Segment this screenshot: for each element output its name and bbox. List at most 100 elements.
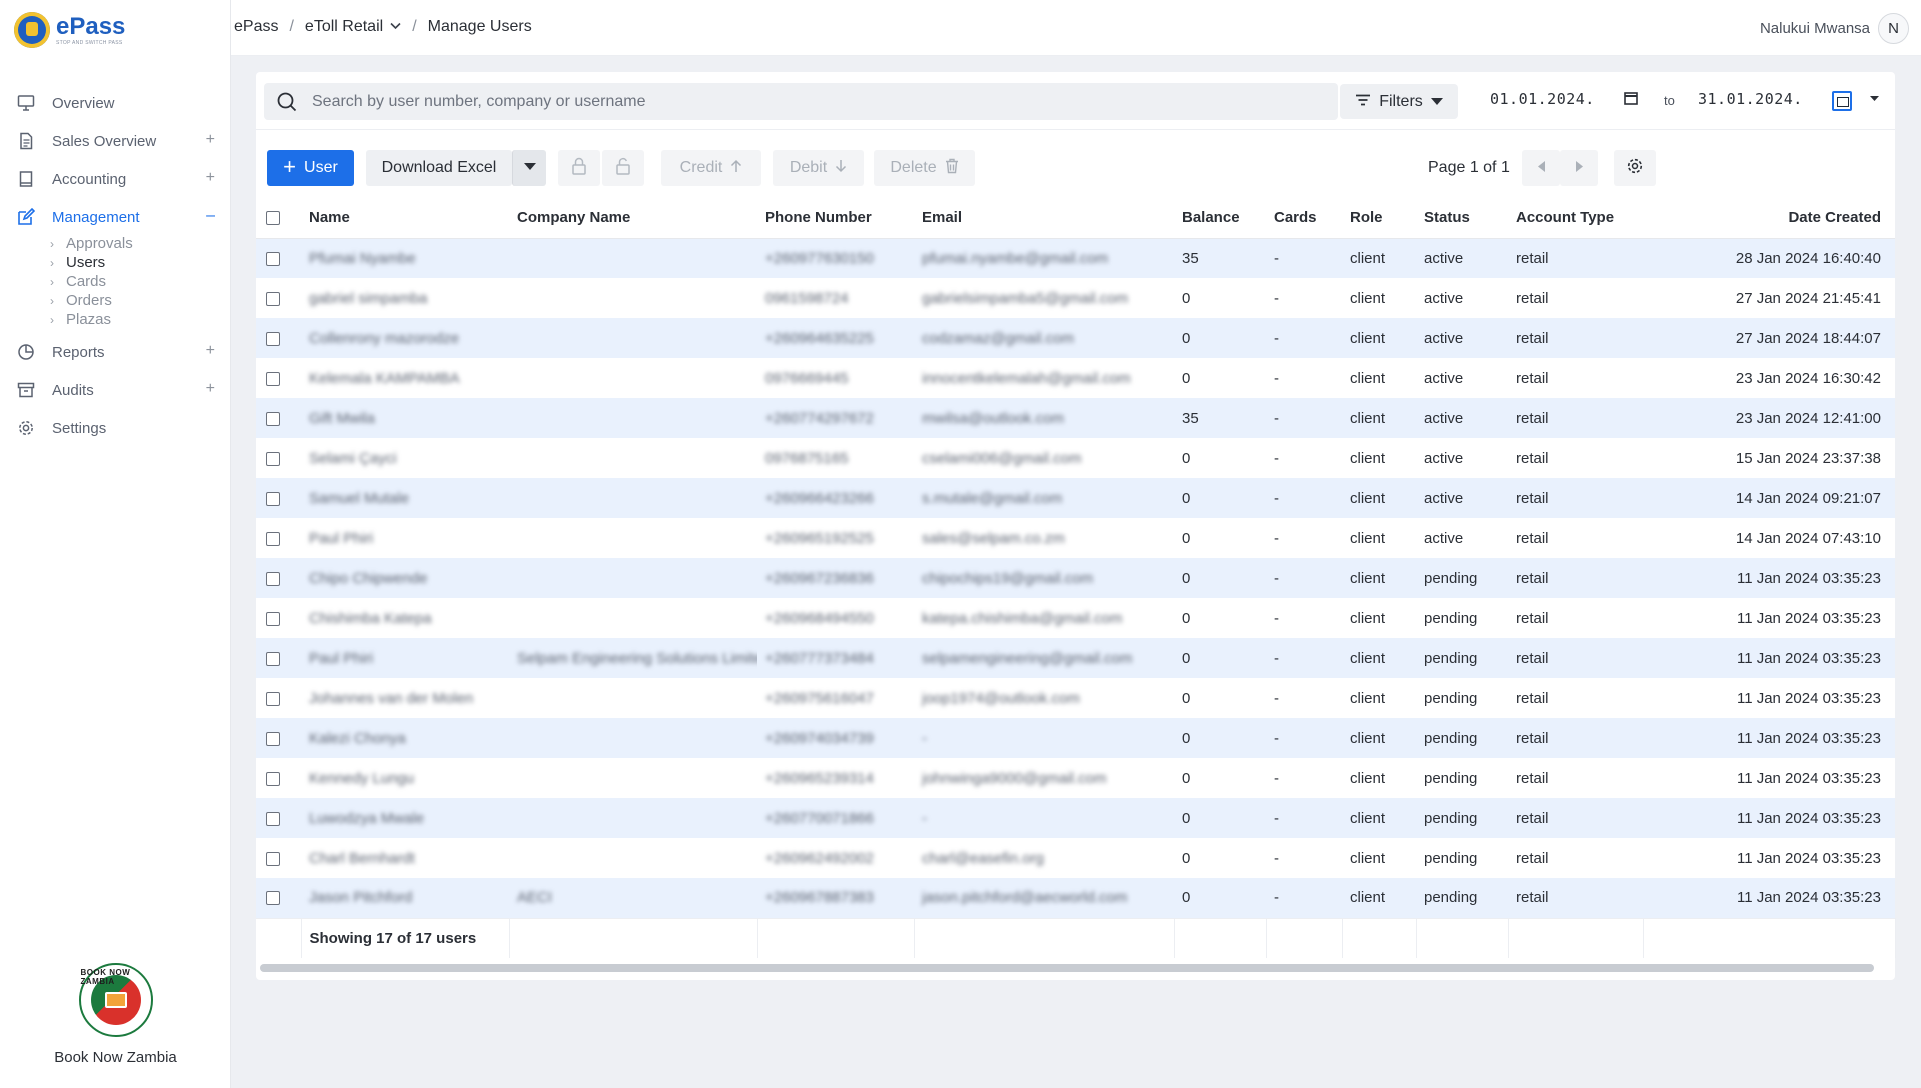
- sidebar-item-settings[interactable]: Settings: [0, 409, 231, 447]
- row-checkbox[interactable]: [266, 571, 280, 586]
- column-header-balance[interactable]: Balance: [1174, 198, 1266, 239]
- table-row[interactable]: Kalezi Chonya +260974034739 - 0 - client pendi…: [256, 718, 1895, 758]
- row-checkbox[interactable]: [266, 491, 280, 506]
- sidebar-item-audits[interactable]: Audits +: [0, 371, 231, 409]
- table-row[interactable]: Paul Phiri Selpam Engineering Solutions L…: [256, 638, 1895, 678]
- column-header-account-type[interactable]: Account Type: [1508, 198, 1643, 239]
- user-menu[interactable]: Nalukui Mwansa N: [1760, 13, 1909, 44]
- chevron-down-icon[interactable]: [390, 21, 401, 33]
- row-checkbox[interactable]: [266, 731, 280, 746]
- row-checkbox[interactable]: [266, 691, 280, 706]
- table-row[interactable]: Kelemala KAMPAMBA 0976669445 innocentkelem…: [256, 358, 1895, 398]
- column-header-email[interactable]: Email: [914, 198, 1174, 239]
- row-checkbox[interactable]: [266, 771, 280, 786]
- breadcrumb-separator: /: [412, 18, 417, 35]
- sidebar-item-management[interactable]: Management –: [0, 198, 231, 236]
- expand-icon[interactable]: +: [206, 342, 215, 360]
- row-checkbox[interactable]: [266, 811, 280, 826]
- submenu-item-users[interactable]: › Users: [50, 253, 231, 272]
- lock-button[interactable]: [558, 150, 600, 186]
- column-header-name[interactable]: Name: [301, 198, 509, 239]
- row-checkbox[interactable]: [266, 291, 280, 306]
- next-page-button[interactable]: [1560, 150, 1598, 186]
- submenu-item-cards[interactable]: › Cards: [50, 272, 231, 291]
- column-header-date-created[interactable]: Date Created: [1643, 198, 1895, 239]
- unlock-button[interactable]: [602, 150, 644, 186]
- horizontal-scrollbar[interactable]: [260, 964, 1874, 972]
- avatar[interactable]: N: [1878, 13, 1909, 44]
- status-cell: active: [1416, 358, 1508, 398]
- date-to-field[interactable]: 31.01.2024.: [1698, 90, 1803, 108]
- expand-icon[interactable]: +: [206, 380, 215, 398]
- table-row[interactable]: gabriel simpamba 0961598724 gabrielsimpamb…: [256, 278, 1895, 318]
- phone-number-cell-text: +260977630150: [765, 249, 874, 267]
- row-checkbox[interactable]: [266, 251, 280, 266]
- add-user-button[interactable]: + User: [267, 150, 354, 186]
- row-checkbox[interactable]: [266, 891, 280, 906]
- table-row[interactable]: Charl Bernhardt +260962492002 charl@easefi…: [256, 838, 1895, 878]
- column-header-cards[interactable]: Cards: [1266, 198, 1342, 239]
- sidebar-item-accounting[interactable]: Accounting +: [0, 160, 231, 198]
- company-name-cell: [509, 398, 757, 438]
- row-checkbox[interactable]: [266, 371, 280, 386]
- table-row[interactable]: Gift Mwila +260774297672 mwilsa@outlook.co…: [256, 398, 1895, 438]
- download-excel-button[interactable]: Download Excel: [366, 150, 512, 186]
- sidebar-item-overview[interactable]: Overview: [0, 84, 231, 122]
- user-name-cell-text: Samuel Mutale: [309, 489, 410, 507]
- credit-button[interactable]: Credit: [661, 150, 761, 186]
- sidebar-item-sales-overview[interactable]: Sales Overview +: [0, 122, 231, 160]
- column-header-role[interactable]: Role: [1342, 198, 1416, 239]
- status-cell: pending: [1416, 838, 1508, 878]
- table-settings-button[interactable]: [1614, 150, 1656, 186]
- breadcrumb-root[interactable]: ePass: [234, 18, 278, 36]
- table-row[interactable]: Luwodzya Mwale +260770071866 - 0 - client pend…: [256, 798, 1895, 838]
- role-cell-text: client: [1350, 729, 1386, 747]
- user-name-cell-text: Luwodzya Mwale: [309, 809, 425, 827]
- table-row[interactable]: Johannes van der Molen +260975616047 joop1…: [256, 678, 1895, 718]
- select-all-checkbox[interactable]: [266, 211, 280, 226]
- table-row[interactable]: Kennedy Lungu +260965239314 johnwinga9000@…: [256, 758, 1895, 798]
- table-row[interactable]: Chishimba Katepa +260968494550 katepa.chis…: [256, 598, 1895, 638]
- collapse-icon[interactable]: –: [206, 207, 215, 225]
- caret-down-icon[interactable]: [1870, 94, 1879, 104]
- row-checkbox[interactable]: [266, 611, 280, 626]
- breadcrumb-section[interactable]: eToll Retail: [305, 18, 383, 36]
- column-header-phone[interactable]: Phone Number: [757, 198, 914, 239]
- prev-page-button[interactable]: [1522, 150, 1560, 186]
- row-checkbox[interactable]: [266, 411, 280, 426]
- row-checkbox[interactable]: [266, 531, 280, 546]
- expand-icon[interactable]: +: [206, 131, 215, 149]
- submenu-item-approvals[interactable]: › Approvals: [50, 234, 231, 253]
- table-row[interactable]: Paul Phiri +260965192525 sales@selpam.co.z…: [256, 518, 1895, 558]
- table-row[interactable]: Selami Çayci 0976875165 cselami006@gmail.c…: [256, 438, 1895, 478]
- submenu-item-plazas[interactable]: › Plazas: [50, 310, 231, 329]
- filters-button[interactable]: Filters: [1340, 84, 1458, 119]
- submenu-item-orders[interactable]: › Orders: [50, 291, 231, 310]
- balance-cell-text: 0: [1182, 689, 1191, 707]
- column-header-status[interactable]: Status: [1416, 198, 1508, 239]
- column-header-company[interactable]: Company Name: [509, 198, 757, 239]
- calendar-icon[interactable]: [1832, 91, 1852, 111]
- email-cell: gabrielsimpamba5@gmail.com: [914, 278, 1174, 318]
- expand-icon[interactable]: +: [206, 169, 215, 187]
- date-from-field[interactable]: 01.01.2024.: [1490, 90, 1595, 108]
- epass-logo[interactable]: ePass STOP AND SWITCH PASS: [14, 12, 125, 48]
- table-row[interactable]: Jason Pitchford AECI +260967887383 jason.pi…: [256, 878, 1895, 918]
- table-row[interactable]: Samuel Mutale +260966423266 s.mutale@gmail…: [256, 478, 1895, 518]
- row-checkbox[interactable]: [266, 451, 280, 466]
- calendar-icon[interactable]: [1624, 91, 1638, 105]
- row-checkbox[interactable]: [266, 331, 280, 346]
- sidebar-item-reports[interactable]: Reports +: [0, 333, 231, 371]
- table-row[interactable]: Chipo Chipwende +260967236836 chipochips19…: [256, 558, 1895, 598]
- row-checkbox[interactable]: [266, 851, 280, 866]
- balance-cell-text: 0: [1182, 649, 1191, 667]
- table-row[interactable]: Collenrony mazorodze +260964635225 codzama…: [256, 318, 1895, 358]
- delete-button[interactable]: Delete: [874, 150, 975, 186]
- gear-icon: [16, 418, 36, 438]
- phone-number-cell: 0976875165: [757, 438, 914, 478]
- debit-button[interactable]: Debit: [773, 150, 864, 186]
- download-options-dropdown[interactable]: [512, 150, 546, 186]
- row-checkbox[interactable]: [266, 651, 280, 666]
- table-row[interactable]: Pfumai Nyambe +260977630150 pfumai.nyambe@…: [256, 238, 1895, 278]
- search-input[interactable]: [312, 92, 1212, 111]
